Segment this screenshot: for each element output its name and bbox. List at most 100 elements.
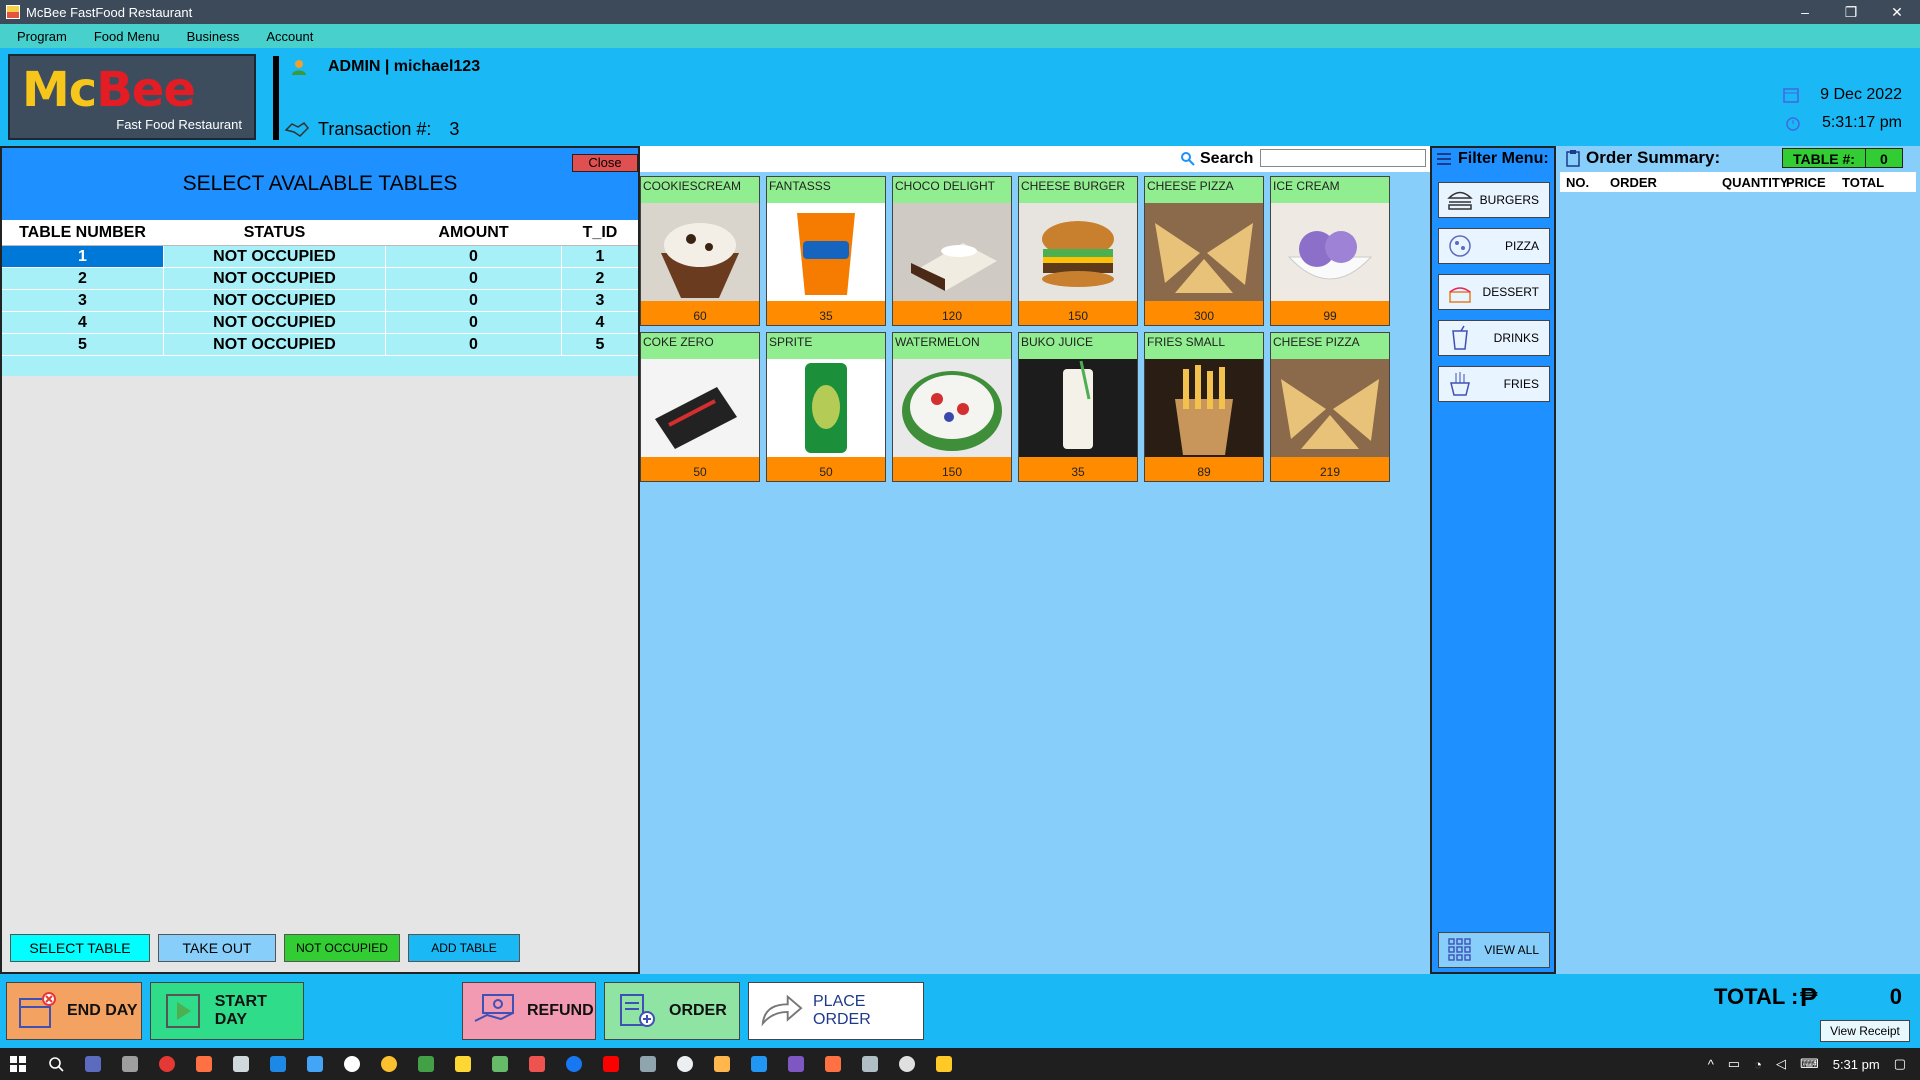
taskbar-app-icon[interactable] (233, 1056, 249, 1072)
menu-account[interactable]: Account (256, 29, 323, 44)
taskbar-app-icon[interactable] (455, 1056, 471, 1072)
col-quantity[interactable]: QUANTITY (1716, 175, 1788, 190)
wifi-icon[interactable]: ◔ (1754, 1057, 1762, 1072)
taskbar-app-icon[interactable] (122, 1056, 138, 1072)
new-row-placeholder[interactable] (2, 356, 638, 376)
volume-icon[interactable]: ◁ (1776, 1056, 1786, 1072)
taskbar-app-icon[interactable] (344, 1056, 360, 1072)
table-number-cell[interactable]: 4 (2, 312, 164, 333)
table-number-cell[interactable]: 2 (2, 268, 164, 289)
windows-start-icon[interactable] (10, 1056, 26, 1072)
amount-cell[interactable]: 0 (386, 246, 562, 267)
not-occupied-button[interactable]: NOT OCCUPIED (284, 934, 400, 962)
taskbar-app-icon[interactable] (159, 1056, 175, 1072)
chevron-up-icon[interactable]: ^ (1708, 1057, 1714, 1072)
taskbar-app-icon[interactable] (381, 1056, 397, 1072)
taskbar-app-icon[interactable] (714, 1056, 730, 1072)
status-cell[interactable]: NOT OCCUPIED (164, 290, 386, 311)
battery-icon[interactable]: ▭ (1728, 1056, 1740, 1072)
table-row[interactable]: 1 NOT OCCUPIED 0 1 (2, 246, 638, 268)
start-day-button[interactable]: START DAY (150, 982, 304, 1040)
order-button[interactable]: ORDER (604, 982, 740, 1040)
col-no[interactable]: NO. (1560, 175, 1604, 190)
table-number-cell[interactable]: 5 (2, 334, 164, 355)
table-number-cell[interactable]: 3 (2, 290, 164, 311)
view-all-button[interactable]: VIEW ALL (1438, 932, 1550, 968)
minimize-button[interactable]: – (1782, 0, 1828, 24)
filter-pizza-button[interactable]: PIZZA (1438, 228, 1550, 264)
taskbar-app-icon[interactable] (529, 1056, 545, 1072)
menu-item-card[interactable]: CHOCO DELIGHT 120 (892, 176, 1012, 326)
place-order-button[interactable]: PLACE ORDER (748, 982, 924, 1040)
close-window-button[interactable]: ✕ (1874, 0, 1920, 24)
menu-item-card[interactable]: ICE CREAM 99 (1270, 176, 1390, 326)
filter-drinks-button[interactable]: DRINKS (1438, 320, 1550, 356)
menu-item-card[interactable]: CHEESE BURGER 150 (1018, 176, 1138, 326)
taskbar-search-icon[interactable] (48, 1056, 64, 1072)
filter-fries-button[interactable]: FRIES (1438, 366, 1550, 402)
maximize-button[interactable]: ❐ (1828, 0, 1874, 24)
notification-icon[interactable]: ▢ (1894, 1056, 1906, 1072)
taskbar-app-icon[interactable] (640, 1056, 656, 1072)
status-cell[interactable]: NOT OCCUPIED (164, 312, 386, 333)
taskbar-app-icon[interactable] (418, 1056, 434, 1072)
t-id-cell[interactable]: 3 (562, 290, 638, 311)
col-status[interactable]: STATUS (164, 220, 386, 245)
menu-item-card[interactable]: BUKO JUICE 35 (1018, 332, 1138, 482)
keyboard-icon[interactable]: ⌨ (1800, 1056, 1819, 1072)
menu-item-card[interactable]: CHEESE PIZZA 300 (1144, 176, 1264, 326)
add-table-button[interactable]: ADD TABLE (408, 934, 520, 962)
view-receipt-button[interactable]: View Receipt (1820, 1020, 1910, 1042)
folder-icon[interactable] (936, 1056, 952, 1072)
col-price[interactable]: PRICE (1780, 175, 1836, 190)
select-table-button[interactable]: SELECT TABLE (10, 934, 150, 962)
table-row[interactable]: 3 NOT OCCUPIED 0 3 (2, 290, 638, 312)
menu-item-card[interactable]: CHEESE PIZZA 219 (1270, 332, 1390, 482)
t-id-cell[interactable]: 1 (562, 246, 638, 267)
taskbar-app-icon[interactable] (566, 1056, 582, 1072)
t-id-cell[interactable]: 4 (562, 312, 638, 333)
col-total[interactable]: TOTAL (1836, 175, 1896, 190)
taskbar-app-icon[interactable] (270, 1056, 286, 1072)
col-table-number[interactable]: TABLE NUMBER (2, 220, 164, 245)
taskbar-app-icon[interactable] (825, 1056, 841, 1072)
menu-business[interactable]: Business (177, 29, 250, 44)
taskbar-app-icon[interactable] (677, 1056, 693, 1072)
menu-food-menu[interactable]: Food Menu (84, 29, 170, 44)
amount-cell[interactable]: 0 (386, 312, 562, 333)
refund-button[interactable]: REFUND (462, 982, 596, 1040)
table-row[interactable]: 5 NOT OCCUPIED 0 5 (2, 334, 638, 356)
t-id-cell[interactable]: 5 (562, 334, 638, 355)
taskbar-app-icon[interactable] (492, 1056, 508, 1072)
taskbar-clock[interactable]: 5:31 pm (1833, 1057, 1880, 1072)
amount-cell[interactable]: 0 (386, 290, 562, 311)
order-grid[interactable]: NO. ORDER QUANTITY PRICE TOTAL (1560, 172, 1916, 972)
taskbar-app-icon[interactable] (307, 1056, 323, 1072)
taskbar-app-icon[interactable] (603, 1056, 619, 1072)
table-number-cell[interactable]: 1 (2, 246, 164, 267)
end-day-button[interactable]: END DAY (6, 982, 142, 1040)
status-cell[interactable]: NOT OCCUPIED (164, 246, 386, 267)
settings-icon[interactable] (899, 1056, 915, 1072)
taskbar-app-icon[interactable] (196, 1056, 212, 1072)
col-t-id[interactable]: T_ID (562, 220, 638, 245)
amount-cell[interactable]: 0 (386, 334, 562, 355)
taskbar-app-icon[interactable] (862, 1056, 878, 1072)
filter-dessert-button[interactable]: DESSERT (1438, 274, 1550, 310)
menu-program[interactable]: Program (7, 29, 77, 44)
menu-item-card[interactable]: FANTASSS 35 (766, 176, 886, 326)
amount-cell[interactable]: 0 (386, 268, 562, 289)
table-row[interactable]: 2 NOT OCCUPIED 0 2 (2, 268, 638, 290)
col-order[interactable]: ORDER (1604, 175, 1716, 190)
take-out-button[interactable]: TAKE OUT (158, 934, 276, 962)
menu-item-card[interactable]: COKE ZERO 50 (640, 332, 760, 482)
search-input[interactable] (1260, 149, 1426, 167)
status-cell[interactable]: NOT OCCUPIED (164, 334, 386, 355)
close-tables-button[interactable]: Close (572, 154, 638, 172)
menu-item-card[interactable]: SPRITE 50 (766, 332, 886, 482)
taskbar-app-icon[interactable] (788, 1056, 804, 1072)
table-row[interactable]: 4 NOT OCCUPIED 0 4 (2, 312, 638, 334)
menu-item-card[interactable]: WATERMELON 150 (892, 332, 1012, 482)
taskbar-app-icon[interactable] (751, 1056, 767, 1072)
menu-item-card[interactable]: COOKIESCREAM 60 (640, 176, 760, 326)
